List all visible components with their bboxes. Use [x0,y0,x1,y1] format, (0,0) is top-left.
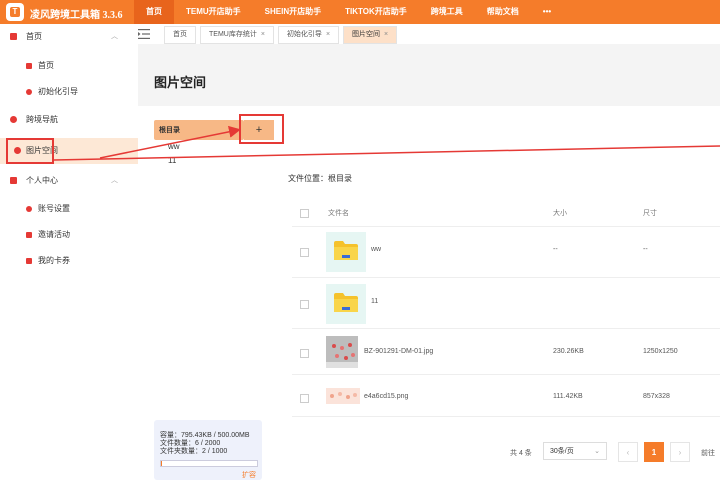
highlight-box-add [239,114,284,144]
divider [292,328,720,329]
chevron-up-icon: ︿ [111,177,118,184]
storage-folder-count: 文件夹数量：2 / 1000 [160,448,228,455]
sidebar-item-home-label: 首页 [38,61,54,70]
divider [292,277,720,278]
divider [292,416,720,417]
top-nav: 首页 TEMU开店助手 SHEIN开店助手 TIKTOK开店助手 跨境工具 帮助… [134,0,563,24]
coupon-icon [26,258,32,264]
sidebar-group-personal-label: 个人中心 [26,176,58,185]
storage-info-card: 容量：795.43KB / 500.00MB 文件数量：6 / 2000 文件夹… [154,420,262,480]
home-item-icon [26,63,32,69]
tab-temu-inventory[interactable]: TEMU库存统计 × [200,26,274,44]
folder-tree-item-11[interactable]: 11 [168,156,176,165]
header-filename: 文件名 [328,210,349,217]
storage-progress-fill [161,461,163,466]
next-page-button[interactable]: › [670,442,690,462]
close-icon[interactable]: × [261,31,265,38]
top-nav-home[interactable]: 首页 [134,0,174,24]
sidebar-group-personal-center[interactable]: 个人中心 ︿ [0,168,138,194]
sidebar-item-init-guide[interactable]: 初始化引导 [0,79,138,105]
top-nav-cross-tools[interactable]: 跨境工具 [419,0,475,24]
folder-thumbnail[interactable] [326,232,366,272]
settings-icon [26,206,32,212]
sidebar-item-my-coupons-label: 我的卡券 [38,256,70,265]
row-filename: e4a6cd15.png [364,393,409,400]
top-nav-help-docs[interactable]: 帮助文档 [475,0,531,24]
folder-root[interactable]: 根目录 [154,120,244,140]
row-size: 230.26KB [553,348,584,355]
photo-icon [326,336,358,368]
header-size: 大小 [553,210,567,217]
top-nav-more-icon[interactable]: ••• [531,0,563,24]
row-checkbox[interactable] [300,349,309,358]
row-checkbox[interactable] [300,248,309,257]
pagination-total: 共 4 条 [510,450,532,457]
sidebar-item-account-settings-label: 账号设置 [38,204,70,213]
folder-root-label: 根目录 [159,127,180,134]
tab-init-guide[interactable]: 初始化引导 × [277,26,340,44]
compass-icon [10,116,17,123]
page-size-select[interactable]: 30条/页 ⌄ [543,442,607,460]
folder-icon [334,241,358,260]
gift-icon [26,232,32,238]
user-icon [10,177,17,184]
menu-fold-icon[interactable] [138,29,150,39]
top-nav-tiktok[interactable]: TIKTOK开店助手 [333,0,419,24]
image-thumbnail[interactable] [326,388,360,404]
sidebar-item-cross-nav-label: 跨境导航 [26,115,58,124]
row-dimensions: 1250x1250 [643,348,678,355]
image-thumbnail[interactable] [326,336,358,368]
row-dimensions: -- [643,246,648,253]
goto-label: 前往 [701,450,715,457]
row-checkbox[interactable] [300,394,309,403]
chevron-up-icon: ︿ [111,33,118,40]
top-nav-temu[interactable]: TEMU开店助手 [174,0,253,24]
divider [292,226,720,227]
page-title: 图片空间 [154,75,207,90]
divider [292,374,720,375]
select-all-checkbox[interactable] [300,209,309,218]
prev-page-button[interactable]: ‹ [618,442,638,462]
app-title: 凌风跨境工具箱 3.3.6 [30,10,123,21]
sidebar-group-home[interactable]: 首页 ︿ [0,24,138,50]
row-checkbox[interactable] [300,300,309,309]
folder-tree-item-ww[interactable]: ww [168,142,180,151]
tab-image-space[interactable]: 图片空间 × [343,26,398,44]
expand-storage-button[interactable]: 扩容 [242,470,256,480]
sidebar-item-invite[interactable]: 邀请活动 [0,222,138,248]
row-filename: ww [371,246,382,253]
sidebar-item-cross-nav[interactable]: 跨境导航 [0,107,138,133]
header-dimensions: 尺寸 [643,210,657,217]
app-logo: T [6,3,24,21]
tab-bar: 首页 TEMU库存统计 × 初始化引导 × 图片空间 × [138,24,720,45]
file-location: 文件位置：根目录 [288,174,352,183]
close-icon[interactable]: × [384,31,388,38]
tabs: 首页 TEMU库存统计 × 初始化引导 × 图片空间 × [164,26,401,44]
row-filename: 11 [371,298,379,305]
sidebar-item-init-guide-label: 初始化引导 [38,87,78,96]
tab-home[interactable]: 首页 [164,26,196,44]
chevron-down-icon: ⌄ [594,448,600,455]
close-icon[interactable]: × [326,31,330,38]
sidebar-item-invite-label: 邀请活动 [38,230,70,239]
row-filename: BZ-901291-DM-01.jpg [364,348,434,355]
storage-progress-bar [160,460,258,467]
sidebar-group-home-label: 首页 [26,32,42,41]
photo-icon [326,388,360,404]
sidebar-item-account-settings[interactable]: 账号设置 [0,196,138,222]
top-bar: T 凌风跨境工具箱 3.3.6 首页 TEMU开店助手 SHEIN开店助手 TI… [0,0,720,24]
sidebar-item-home[interactable]: 首页 [0,53,138,79]
top-nav-shein[interactable]: SHEIN开店助手 [253,0,333,24]
home-icon [10,33,17,40]
folder-thumbnail[interactable] [326,284,366,324]
row-size: 111.42KB [553,393,583,400]
guide-icon [26,89,32,95]
folder-icon [334,293,358,312]
sidebar-item-my-coupons[interactable]: 我的卡券 [0,248,138,274]
highlight-box-sidebar [6,138,54,164]
page-1-button[interactable]: 1 [644,442,664,462]
row-size: -- [553,246,558,253]
row-dimensions: 857x328 [643,393,670,400]
